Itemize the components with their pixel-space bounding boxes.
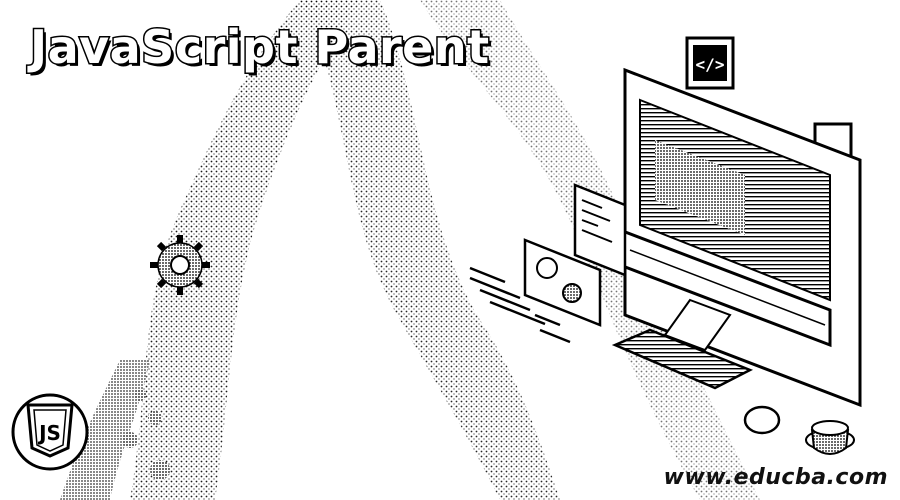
website-url: www.educba.com (663, 465, 888, 490)
js-shield-icon: JS (11, 393, 89, 471)
banner-illustration: JS </> (11, 0, 862, 500)
gear-icon (150, 235, 210, 295)
code-window (573, 183, 627, 277)
coffee-cup-icon (805, 420, 855, 455)
page-title: JavaScript Parent (29, 19, 491, 76)
code-badge-text: </> (696, 55, 725, 74)
js-logo-text: JS (37, 421, 61, 445)
mouse-icon (743, 405, 781, 435)
code-tag-icon: </> (685, 36, 735, 90)
